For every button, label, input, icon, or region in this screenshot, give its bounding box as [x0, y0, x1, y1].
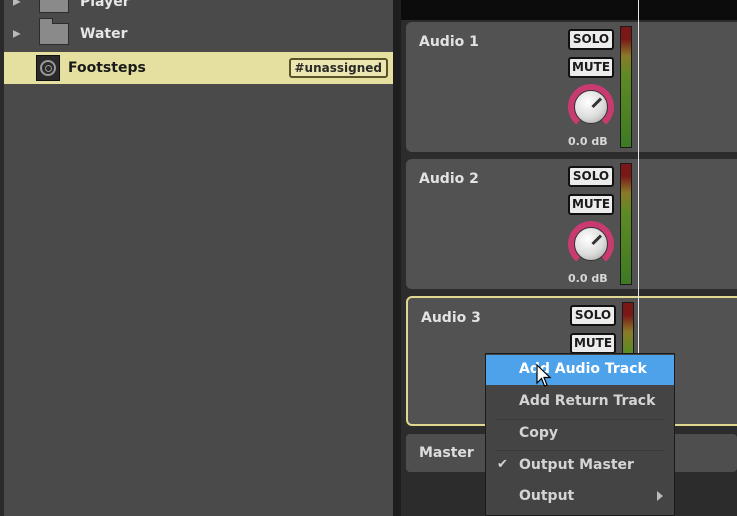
- mouse-pointer-icon: [536, 364, 552, 387]
- mute-button[interactable]: MUTE: [568, 194, 614, 215]
- tree-item-player[interactable]: ▶ Player: [4, 0, 393, 18]
- tree-item-footsteps[interactable]: Footsteps #unassigned: [4, 52, 393, 84]
- expand-arrow-icon[interactable]: ▶: [13, 0, 21, 8]
- volume-knob[interactable]: [574, 227, 608, 261]
- track-audio-2[interactable]: Audio 2 SOLO MUTE 0.0 dB: [406, 159, 737, 289]
- volume-knob[interactable]: [574, 90, 608, 124]
- solo-button[interactable]: SOLO: [568, 166, 614, 187]
- tree-item-label: Water: [80, 26, 128, 42]
- context-menu: Add Audio Track Add Return Track Copy ✔ …: [485, 353, 675, 516]
- expand-arrow-icon[interactable]: ▶: [13, 29, 21, 40]
- folder-icon: [39, 18, 69, 45]
- menu-item-label: Copy: [519, 425, 559, 441]
- event-icon-ring: [40, 60, 56, 76]
- menu-item-copy[interactable]: Copy: [486, 419, 674, 449]
- event-browser: ▶ Player ▶ Water Footsteps #unassigned: [0, 0, 393, 516]
- track-name: Audio 3: [421, 310, 481, 326]
- solo-button[interactable]: SOLO: [570, 305, 616, 326]
- panel-splitter[interactable]: [393, 0, 401, 516]
- menu-item-add-return-track[interactable]: Add Return Track: [486, 387, 674, 417]
- menu-item-output-master[interactable]: ✔ Output Master: [486, 451, 674, 481]
- menu-item-label: Output Master: [519, 457, 634, 473]
- track-name: Audio 1: [419, 34, 479, 50]
- tree-item-label: Footsteps: [68, 60, 146, 76]
- bank-tag-badge[interactable]: #unassigned: [288, 58, 388, 78]
- event-icon: [36, 55, 60, 81]
- solo-button[interactable]: SOLO: [568, 29, 614, 50]
- menu-item-output[interactable]: Output: [486, 482, 674, 512]
- menu-item-label: Add Return Track: [519, 393, 656, 409]
- tree-item-water[interactable]: ▶ Water: [4, 18, 393, 50]
- level-meter: [620, 163, 632, 285]
- level-meter: [620, 26, 632, 148]
- track-name: Audio 2: [419, 171, 479, 187]
- volume-readout: 0.0 dB: [568, 135, 608, 148]
- mute-button[interactable]: MUTE: [568, 57, 614, 78]
- volume-readout: 0.0 dB: [568, 272, 608, 285]
- submenu-arrow-icon: [657, 491, 663, 501]
- track-audio-1[interactable]: Audio 1 SOLO MUTE 0.0 dB: [406, 22, 737, 152]
- mute-button[interactable]: MUTE: [570, 333, 616, 354]
- mixer-header: [401, 0, 737, 20]
- menu-item-add-audio-track[interactable]: Add Audio Track: [486, 355, 674, 385]
- tree-item-label: Player: [80, 0, 130, 10]
- master-label: Master: [419, 445, 474, 461]
- check-icon: ✔: [497, 457, 508, 472]
- folder-icon: [39, 0, 69, 13]
- menu-item-label: Output: [519, 488, 575, 504]
